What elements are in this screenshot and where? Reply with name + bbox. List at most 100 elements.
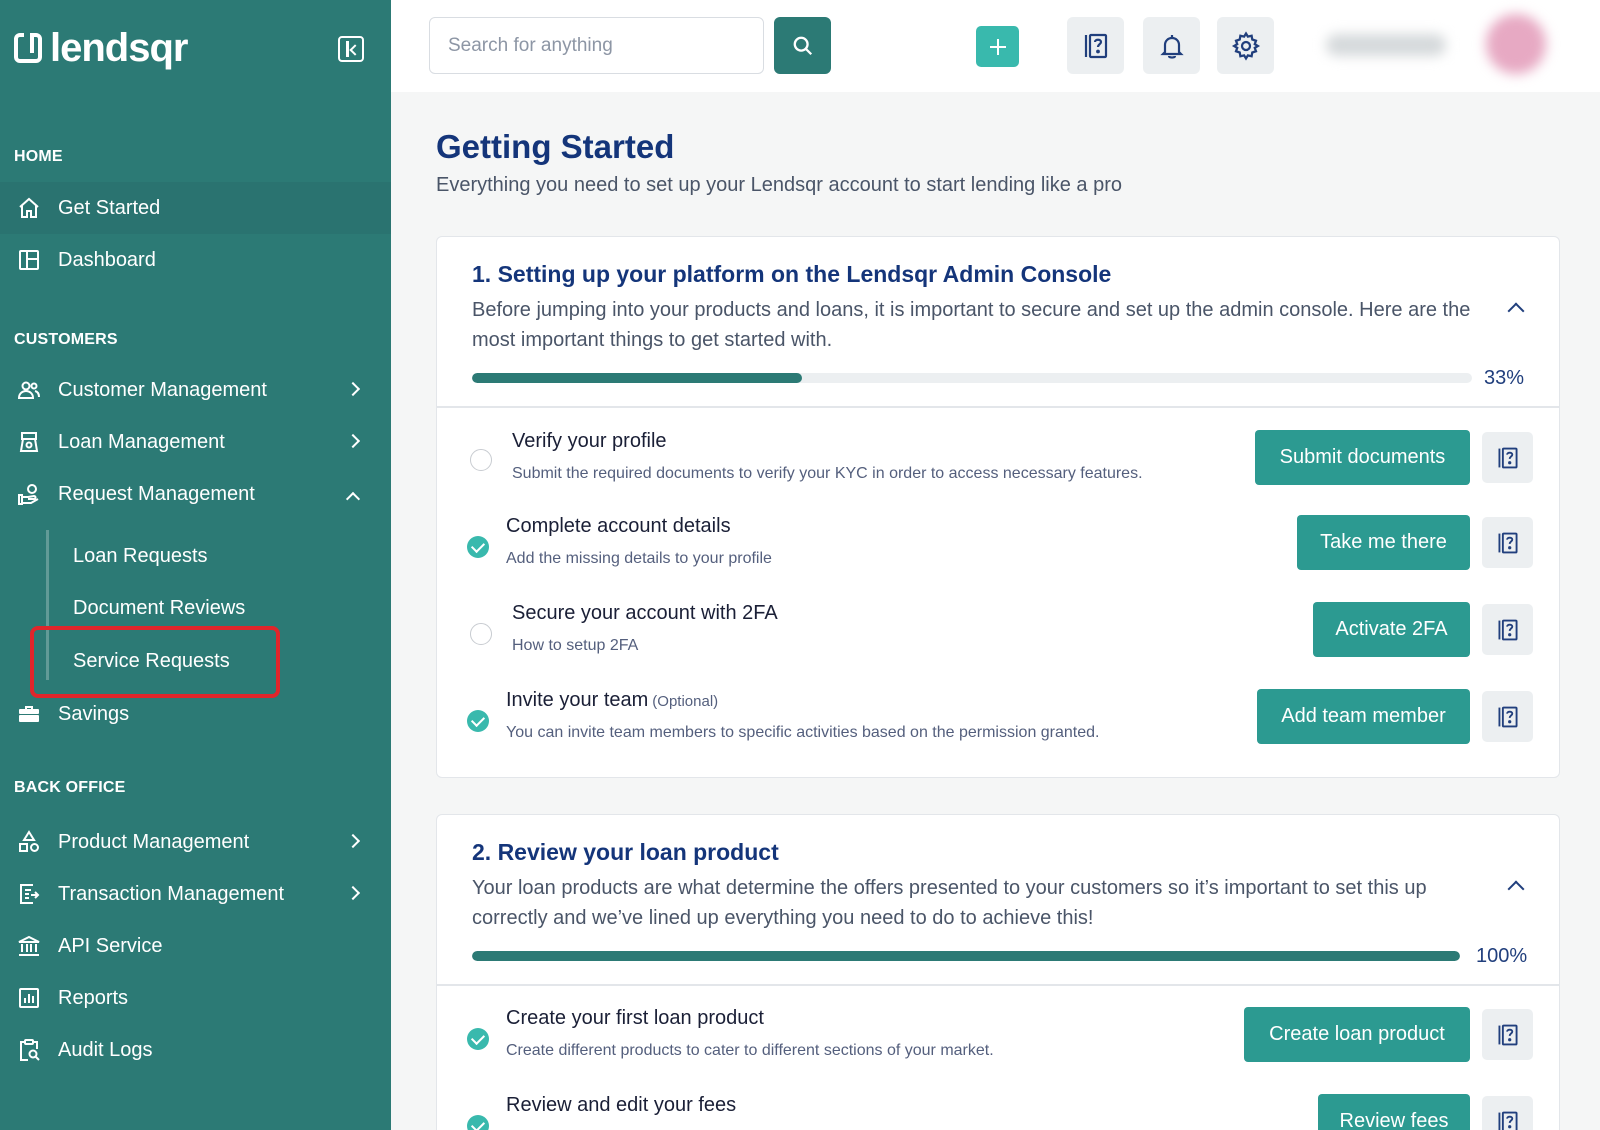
clipboard-search-icon <box>17 1038 41 1062</box>
card-description: Before jumping into your products and lo… <box>472 299 1471 351</box>
submit-documents-button[interactable]: Submit documents <box>1255 430 1470 485</box>
sidebar-item-label: Transaction Management <box>58 882 285 905</box>
review-fees-button[interactable]: Review fees <box>1318 1094 1470 1130</box>
sidebar-item-label: Customer Management <box>58 378 267 401</box>
task-title: Complete account details <box>506 515 731 537</box>
sidebar-subitem-document-reviews[interactable]: Document Reviews <box>73 597 245 620</box>
notifications-button[interactable] <box>1143 17 1200 74</box>
dashboard-icon <box>17 248 41 272</box>
topbar <box>391 0 1600 92</box>
take-me-there-button[interactable]: Take me there <box>1297 515 1470 570</box>
task-title: Verify your profile <box>512 430 667 452</box>
shapes-icon <box>17 830 41 854</box>
sidebar-item-customer-management[interactable]: Customer Management <box>0 364 391 416</box>
sidebar: lendsqr HOME Get Started Dashboard CUSTO… <box>0 0 391 1130</box>
task-status-icon <box>470 623 492 645</box>
chevron-up-icon <box>345 491 361 507</box>
institution-icon <box>17 934 41 958</box>
task-status-icon <box>467 710 489 732</box>
task-secure-2fa: Secure your account with 2FA How to setu… <box>437 599 1559 679</box>
task-help-button[interactable] <box>1482 1096 1533 1130</box>
sidebar-item-label: Get Started <box>58 196 161 219</box>
collapse-sidebar-icon[interactable] <box>338 36 364 62</box>
task-help-button[interactable] <box>1482 691 1533 742</box>
home-icon <box>17 196 41 220</box>
help-book-icon <box>1497 532 1518 553</box>
card-title: 1. Setting up your platform on the Lends… <box>472 261 1112 287</box>
task-help-button[interactable] <box>1482 1009 1533 1060</box>
search-input[interactable] <box>429 17 764 74</box>
add-team-member-button[interactable]: Add team member <box>1257 689 1470 744</box>
chevron-right-icon <box>345 433 361 449</box>
sidebar-item-audit-logs[interactable]: Audit Logs <box>0 1024 391 1076</box>
chevron-up-icon[interactable] <box>1507 302 1525 320</box>
create-loan-product-button[interactable]: Create loan product <box>1244 1007 1470 1062</box>
sidebar-item-api-service[interactable]: API Service <box>0 920 391 972</box>
sidebar-item-label: Audit Logs <box>58 1038 153 1061</box>
task-description: Add the missing details to your profile <box>506 550 772 567</box>
sidebar-item-label: Request Management <box>58 482 255 505</box>
task-description: How to setup 2FA <box>512 637 639 654</box>
card-description: Your loan products are what determine th… <box>472 877 1427 929</box>
search-icon <box>793 36 812 55</box>
task-invite-team: Invite your team (Optional) You can invit… <box>437 686 1559 766</box>
sidebar-item-label: Dashboard <box>58 248 156 271</box>
page-title: Getting Started <box>436 128 675 165</box>
sidebar-item-transaction-management[interactable]: Transaction Management <box>0 868 391 920</box>
sidebar-item-label: Product Management <box>58 830 250 853</box>
task-create-loan-product: Create your first loan product Create di… <box>437 1004 1559 1084</box>
sidebar-item-savings[interactable]: Savings <box>0 688 391 740</box>
transactions-icon <box>17 882 41 906</box>
task-status-icon <box>467 1028 489 1050</box>
sidebar-item-get-started[interactable]: Get Started <box>0 182 391 234</box>
sidebar-item-request-management[interactable]: Request Management <box>0 468 391 520</box>
help-button[interactable] <box>1067 17 1124 74</box>
task-complete-account-details: Complete account details Add the missing… <box>437 512 1559 592</box>
users-icon <box>17 378 41 402</box>
search-button[interactable] <box>774 17 831 74</box>
card-title: 2. Review your loan product <box>472 839 779 865</box>
section-label-customers: CUSTOMERS <box>14 331 118 348</box>
task-status-icon <box>467 1115 489 1130</box>
task-description: You can invite team members to specific … <box>506 724 1100 741</box>
help-book-icon <box>1497 1024 1518 1045</box>
chevron-up-icon[interactable] <box>1507 880 1525 898</box>
chevron-right-icon <box>345 833 361 849</box>
add-button[interactable] <box>976 26 1019 67</box>
sidebar-item-dashboard[interactable]: Dashboard <box>0 234 391 286</box>
activate-2fa-button[interactable]: Activate 2FA <box>1313 602 1470 657</box>
task-title-text: Invite your team <box>506 689 649 711</box>
bar-chart-icon <box>17 986 41 1010</box>
settings-button[interactable] <box>1217 17 1274 74</box>
task-status-icon <box>470 449 492 471</box>
avatar[interactable] <box>1486 14 1546 74</box>
help-book-icon <box>1497 619 1518 640</box>
brand-name: lendsqr <box>50 25 188 70</box>
plus-icon <box>989 38 1006 55</box>
task-help-button[interactable] <box>1482 517 1533 568</box>
lendsqr-logo-icon <box>14 33 42 63</box>
chevron-right-icon <box>345 381 361 397</box>
bank-building-icon <box>17 430 41 454</box>
sidebar-item-label: API Service <box>58 934 163 957</box>
bell-icon <box>1159 34 1184 59</box>
task-description: Create different products to cater to di… <box>506 1042 994 1059</box>
task-title: Secure your account with 2FA <box>512 602 778 624</box>
task-title: Create your first loan product <box>506 1007 764 1029</box>
sidebar-item-label: Savings <box>58 702 130 725</box>
task-help-button[interactable] <box>1482 432 1533 483</box>
user-name-blurred[interactable] <box>1326 34 1446 56</box>
sidebar-item-reports[interactable]: Reports <box>0 972 391 1024</box>
sidebar-item-product-management[interactable]: Product Management <box>0 816 391 868</box>
setup-card-loan-product: 2. Review your loan product Your loan pr… <box>436 814 1560 1130</box>
divider <box>437 406 1559 408</box>
chevron-right-icon <box>345 885 361 901</box>
brand-logo[interactable]: lendsqr <box>14 25 188 70</box>
task-title: Review and edit your fees <box>506 1094 737 1116</box>
task-help-button[interactable] <box>1482 604 1533 655</box>
task-review-fees: Review and edit your fees Review fees <box>437 1091 1559 1130</box>
task-verify-profile: Verify your profile Submit the required … <box>437 425 1559 505</box>
sidebar-subitem-loan-requests[interactable]: Loan Requests <box>73 545 208 568</box>
progress-fill <box>472 373 802 383</box>
sidebar-item-loan-management[interactable]: Loan Management <box>0 416 391 468</box>
